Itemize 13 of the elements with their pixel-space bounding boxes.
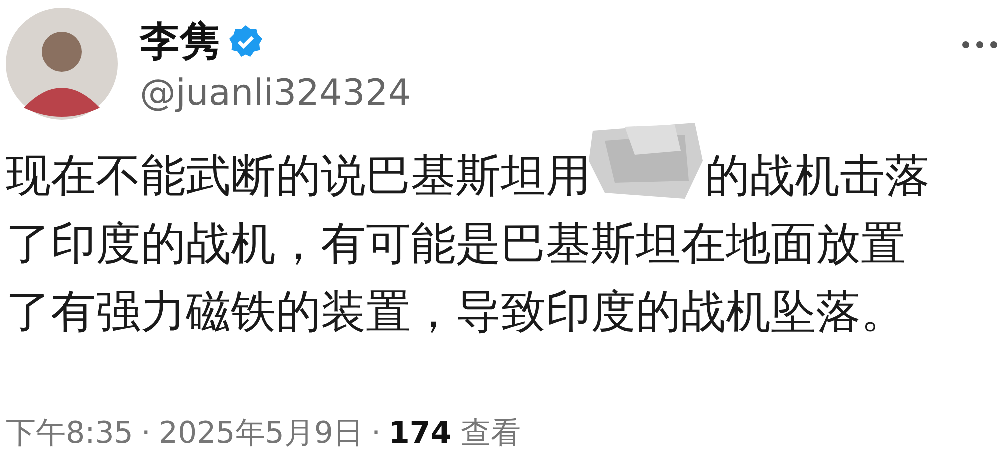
view-count: 174 查看 (389, 415, 522, 453)
avatar[interactable] (6, 8, 118, 120)
separator: · (141, 416, 151, 451)
author-handle: @juanli324324 (140, 73, 412, 114)
post-time: 下午8:35 (6, 415, 134, 453)
post-text: 了有强力磁铁的装置，导致印度的战机坠落。 (6, 284, 906, 340)
more-icon[interactable] (962, 40, 998, 50)
post-date: 2025年5月9日 (158, 415, 364, 453)
post-text: 的战机击落 (705, 148, 930, 204)
separator: · (371, 416, 381, 451)
post-text: 了印度的战机，有可能是巴基斯坦在地面放置 (6, 216, 906, 272)
author-name: 李隽 (140, 18, 220, 67)
post-text: 现在不能武断的说巴基斯坦用 (6, 148, 591, 204)
